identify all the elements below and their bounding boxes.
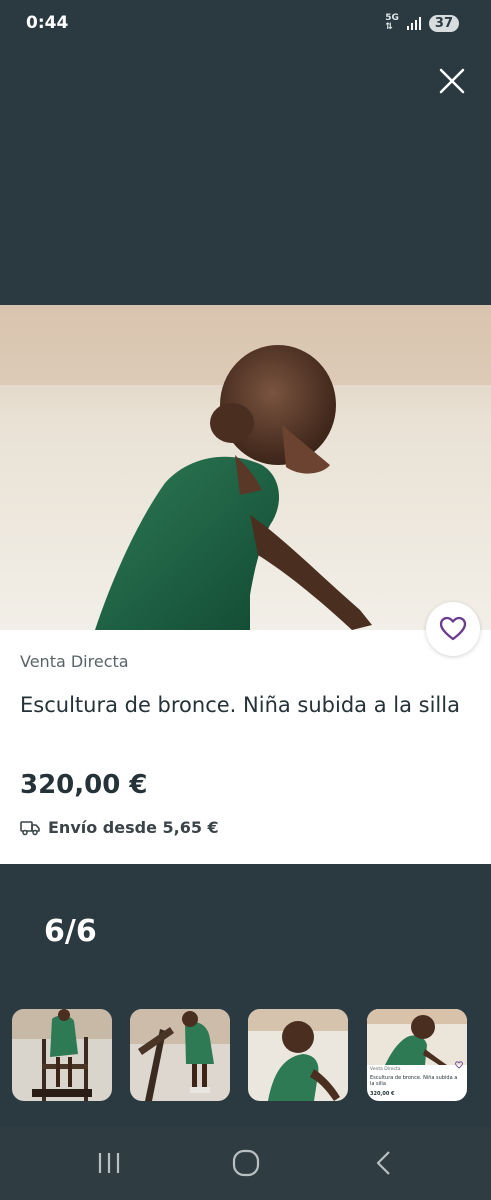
navigation-bar (0, 1127, 491, 1200)
listing-price: 320,00 € (20, 770, 148, 800)
network-label: 5G (385, 13, 399, 23)
close-icon (439, 68, 465, 94)
recents-icon (98, 1153, 120, 1173)
listing-photo[interactable] (0, 305, 491, 630)
battery-icon: 37 (428, 14, 459, 32)
heart-icon (439, 616, 467, 641)
favorite-button[interactable] (426, 602, 480, 656)
thumbnail-4-selected[interactable]: Venta Directa Escultura de bronce. Niña … (367, 1009, 467, 1101)
close-button[interactable] (437, 66, 467, 96)
thumbnail-1[interactable] (12, 1009, 112, 1101)
home-icon (232, 1149, 260, 1177)
network-5g-icon: 5G ⇅ (385, 13, 399, 32)
truck-icon (20, 820, 40, 835)
recents-button[interactable] (89, 1147, 129, 1179)
status-indicators: 5G ⇅ 37 (385, 14, 459, 32)
listing-title: Escultura de bronce. Niña subida a la si… (20, 693, 460, 717)
mini-seller-type: Venta Directa (370, 1067, 401, 1072)
shipping-info: Envío desde 5,65 € (20, 818, 219, 837)
shipping-text: Envío desde 5,65 € (48, 818, 219, 837)
signal-icon (406, 16, 421, 30)
status-bar: 0:44 5G ⇅ 37 (0, 0, 491, 44)
image-counter: 6/6 (44, 914, 97, 949)
thumbnail-3[interactable] (248, 1009, 348, 1101)
back-button[interactable] (364, 1147, 404, 1179)
status-time: 0:44 (26, 13, 69, 33)
thumbnail-2[interactable] (130, 1009, 230, 1101)
mini-heart-icon (455, 1061, 463, 1069)
back-icon (376, 1151, 390, 1175)
mini-price: 320,00 € (370, 1091, 395, 1097)
home-button[interactable] (226, 1147, 266, 1179)
mini-title: Escultura de bronce. Niña subida a la si… (370, 1075, 458, 1087)
seller-type-label: Venta Directa (20, 652, 129, 671)
listing-card[interactable]: Venta Directa Escultura de bronce. Niña … (0, 630, 491, 864)
